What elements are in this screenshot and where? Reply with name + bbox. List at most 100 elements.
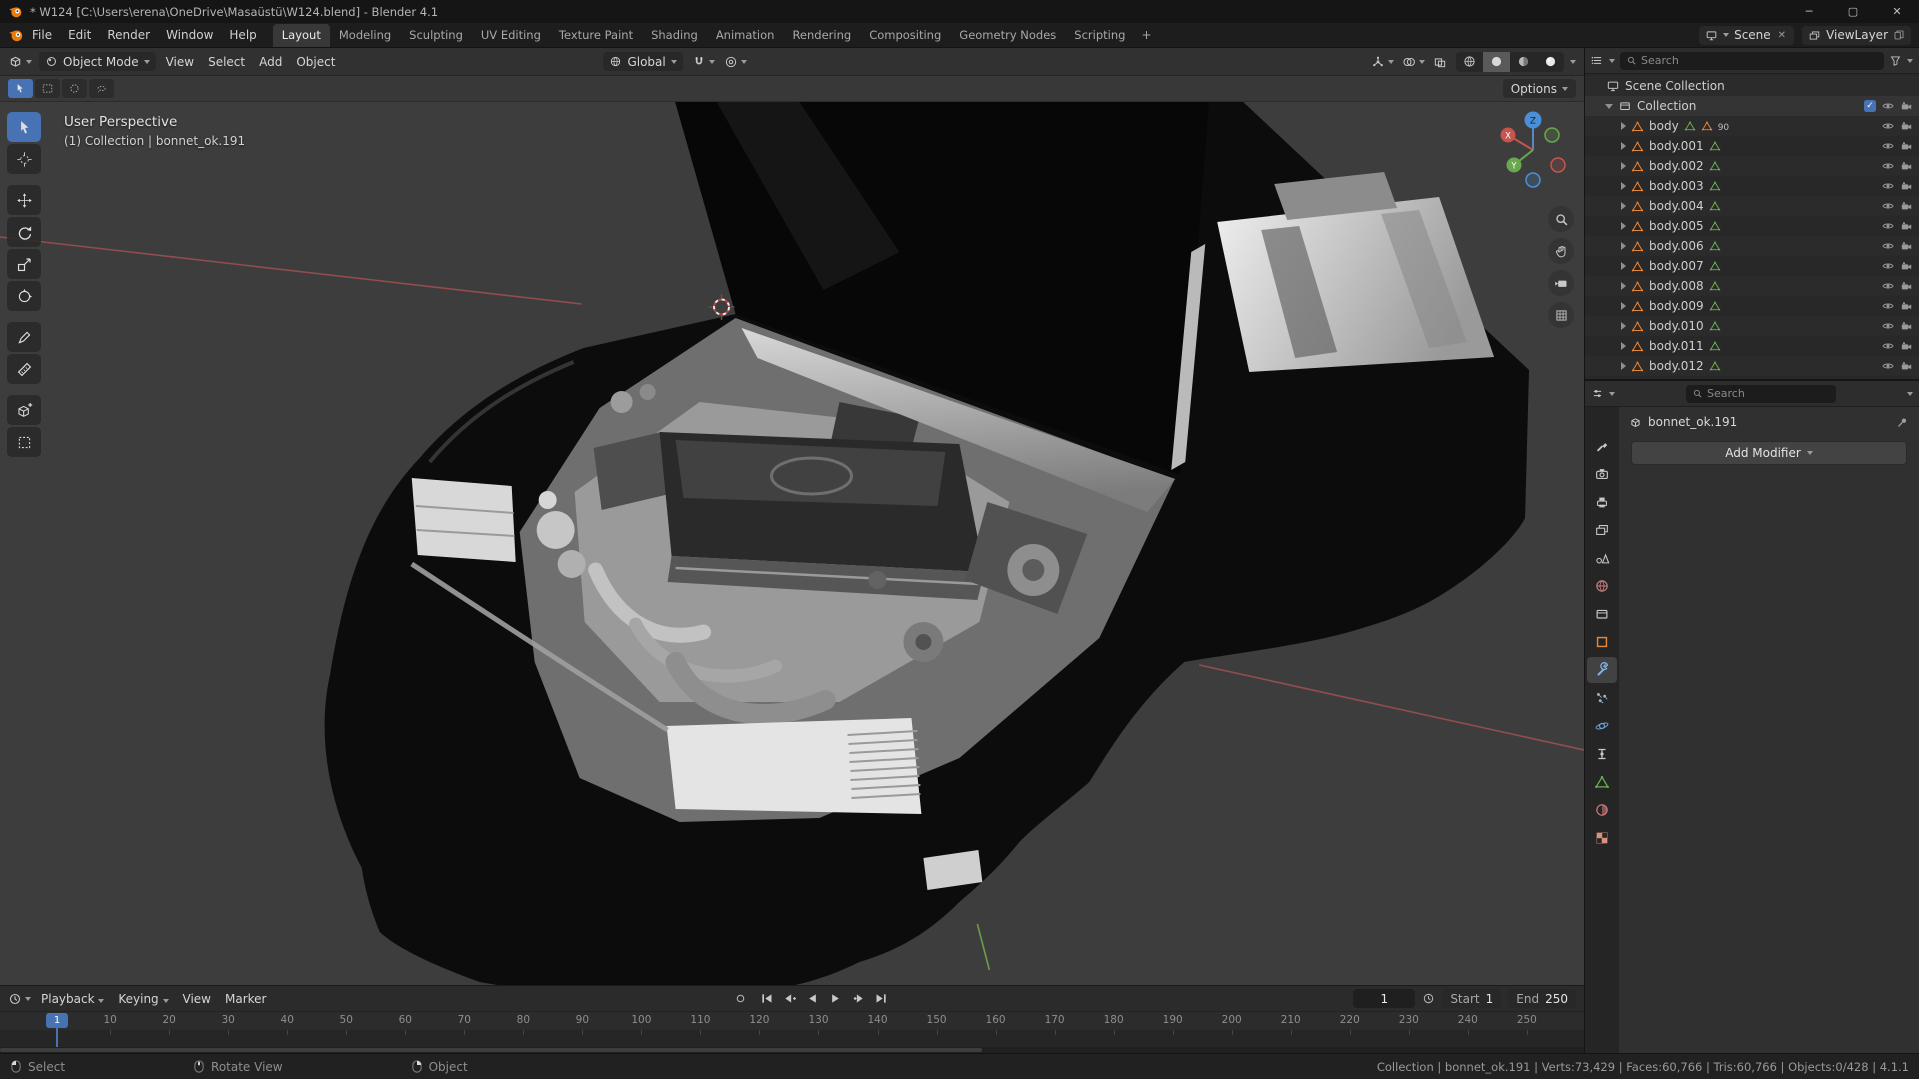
timeline-track-lane[interactable]: [0, 1030, 1584, 1048]
shading-rendered-button[interactable]: [1537, 52, 1564, 72]
pan-icon[interactable]: [1548, 238, 1574, 264]
disable-render-icon[interactable]: [1900, 220, 1913, 233]
properties-tab-particles[interactable]: [1587, 685, 1617, 711]
auto-keying-icon[interactable]: [734, 992, 747, 1005]
properties-tab-physics[interactable]: [1587, 713, 1617, 739]
show-overlays-icon[interactable]: [1402, 55, 1416, 69]
expand-icon[interactable]: [1621, 202, 1626, 210]
outliner-row-body.001[interactable]: body.001: [1585, 136, 1919, 156]
properties-tab-tool[interactable]: [1587, 433, 1617, 459]
jump-end-button[interactable]: [871, 989, 893, 1009]
ortho-icon[interactable]: [1548, 302, 1574, 328]
expand-icon[interactable]: [1621, 142, 1626, 150]
preview-range-icon[interactable]: [1422, 992, 1435, 1005]
shading-solid-button[interactable]: [1483, 51, 1510, 72]
outliner-row-body.009[interactable]: body.009: [1585, 296, 1919, 316]
disable-render-icon[interactable]: [1900, 120, 1913, 133]
frame-start-field[interactable]: Start 1: [1442, 989, 1502, 1008]
hide-viewport-icon[interactable]: [1881, 259, 1895, 273]
disable-render-icon[interactable]: [1900, 300, 1913, 313]
hide-viewport-icon[interactable]: [1881, 319, 1895, 333]
hide-viewport-icon[interactable]: [1881, 99, 1895, 113]
timeline-scrollbar[interactable]: [0, 1047, 1584, 1053]
hide-viewport-icon[interactable]: [1881, 279, 1895, 293]
expand-icon[interactable]: [1621, 262, 1626, 270]
properties-tab-texture[interactable]: [1587, 825, 1617, 851]
properties-tab-data[interactable]: [1587, 769, 1617, 795]
outliner-row-body.002[interactable]: body.002: [1585, 156, 1919, 176]
workspace-tab-modeling[interactable]: Modeling: [330, 24, 400, 47]
select-mode-box[interactable]: [35, 79, 60, 98]
properties-search[interactable]: [1686, 384, 1836, 403]
viewport-menu-add[interactable]: Add: [252, 52, 289, 72]
hide-viewport-icon[interactable]: [1881, 359, 1895, 373]
maximize-button[interactable]: ▢: [1831, 0, 1875, 23]
outliner-row-scene-collection[interactable]: Scene Collection: [1585, 76, 1919, 96]
workspace-tab-animation[interactable]: Animation: [707, 24, 784, 47]
properties-search-input[interactable]: [1707, 387, 1830, 400]
menu-edit[interactable]: Edit: [60, 25, 99, 45]
outliner-row-body.003[interactable]: body.003: [1585, 176, 1919, 196]
timeline-menu-view[interactable]: View: [176, 989, 218, 1009]
select-mode-circle[interactable]: [62, 79, 87, 98]
workspace-tab-layout[interactable]: Layout: [272, 24, 330, 47]
xray-toggle-icon[interactable]: [1433, 55, 1447, 69]
collapse-icon[interactable]: [1605, 103, 1613, 109]
proportional-edit-icon[interactable]: [724, 55, 738, 69]
mode-dropdown[interactable]: Object Mode: [39, 52, 156, 71]
hide-viewport-icon[interactable]: [1881, 339, 1895, 353]
disable-render-icon[interactable]: [1900, 280, 1913, 293]
workspace-tab-scripting[interactable]: Scripting: [1065, 24, 1134, 47]
play-reverse-button[interactable]: [802, 989, 824, 1009]
outliner-row-body.008[interactable]: body.008: [1585, 276, 1919, 296]
expand-icon[interactable]: [1621, 322, 1626, 330]
current-frame-field[interactable]: 1: [1353, 989, 1416, 1008]
expand-icon[interactable]: [1621, 182, 1626, 190]
properties-tab-render[interactable]: [1587, 461, 1617, 487]
properties-tab-modifiers[interactable]: [1587, 657, 1617, 683]
disable-render-icon[interactable]: [1900, 140, 1913, 153]
expand-icon[interactable]: [1621, 222, 1626, 230]
outliner-search[interactable]: [1620, 51, 1884, 70]
collection-checkbox[interactable]: ✓: [1864, 100, 1876, 112]
workspace-tab-geometry-nodes[interactable]: Geometry Nodes: [950, 24, 1065, 47]
add-workspace-button[interactable]: +: [1134, 25, 1158, 45]
add-modifier-button[interactable]: Add Modifier: [1631, 441, 1907, 465]
frame-end-field[interactable]: End 250: [1508, 989, 1576, 1008]
outliner-row-body.005[interactable]: body.005: [1585, 216, 1919, 236]
properties-tab-scene[interactable]: [1587, 545, 1617, 571]
scene-unlink-icon[interactable]: ✕: [1776, 30, 1788, 41]
outliner-search-input[interactable]: [1641, 54, 1878, 67]
menu-window[interactable]: Window: [158, 25, 221, 45]
expand-icon[interactable]: [1621, 362, 1626, 370]
disable-render-icon[interactable]: [1900, 100, 1913, 113]
select-mode-tweak[interactable]: [8, 79, 33, 98]
outliner-row-body.004[interactable]: body.004: [1585, 196, 1919, 216]
outliner-row-body[interactable]: body 90: [1585, 116, 1919, 136]
hide-viewport-icon[interactable]: [1881, 139, 1895, 153]
workspace-tab-texture-paint[interactable]: Texture Paint: [550, 24, 642, 47]
disable-render-icon[interactable]: [1900, 320, 1913, 333]
snap-magnet-icon[interactable]: [692, 55, 706, 69]
viewport-menu-select[interactable]: Select: [201, 52, 252, 72]
workspace-tab-compositing[interactable]: Compositing: [860, 24, 950, 47]
show-gizmo-icon[interactable]: [1371, 55, 1385, 69]
outliner-row-body.006[interactable]: body.006: [1585, 236, 1919, 256]
disable-render-icon[interactable]: [1900, 240, 1913, 253]
expand-icon[interactable]: [1621, 342, 1626, 350]
select-mode-lasso[interactable]: [89, 79, 114, 98]
properties-tab-collection[interactable]: [1587, 601, 1617, 627]
disable-render-icon[interactable]: [1900, 160, 1913, 173]
scene-render[interactable]: [0, 102, 1584, 985]
tool-interact[interactable]: [7, 427, 41, 457]
hide-viewport-icon[interactable]: [1881, 119, 1895, 133]
tool-move[interactable]: [7, 185, 41, 215]
hide-viewport-icon[interactable]: [1881, 299, 1895, 313]
expand-icon[interactable]: [1621, 162, 1626, 170]
prev-keyframe-button[interactable]: [779, 989, 801, 1009]
zoom-icon[interactable]: [1548, 206, 1574, 232]
tool-cursor[interactable]: [7, 144, 41, 174]
timeline-editor-icon[interactable]: [8, 992, 22, 1006]
properties-tab-material[interactable]: [1587, 797, 1617, 823]
properties-tab-world[interactable]: [1587, 573, 1617, 599]
